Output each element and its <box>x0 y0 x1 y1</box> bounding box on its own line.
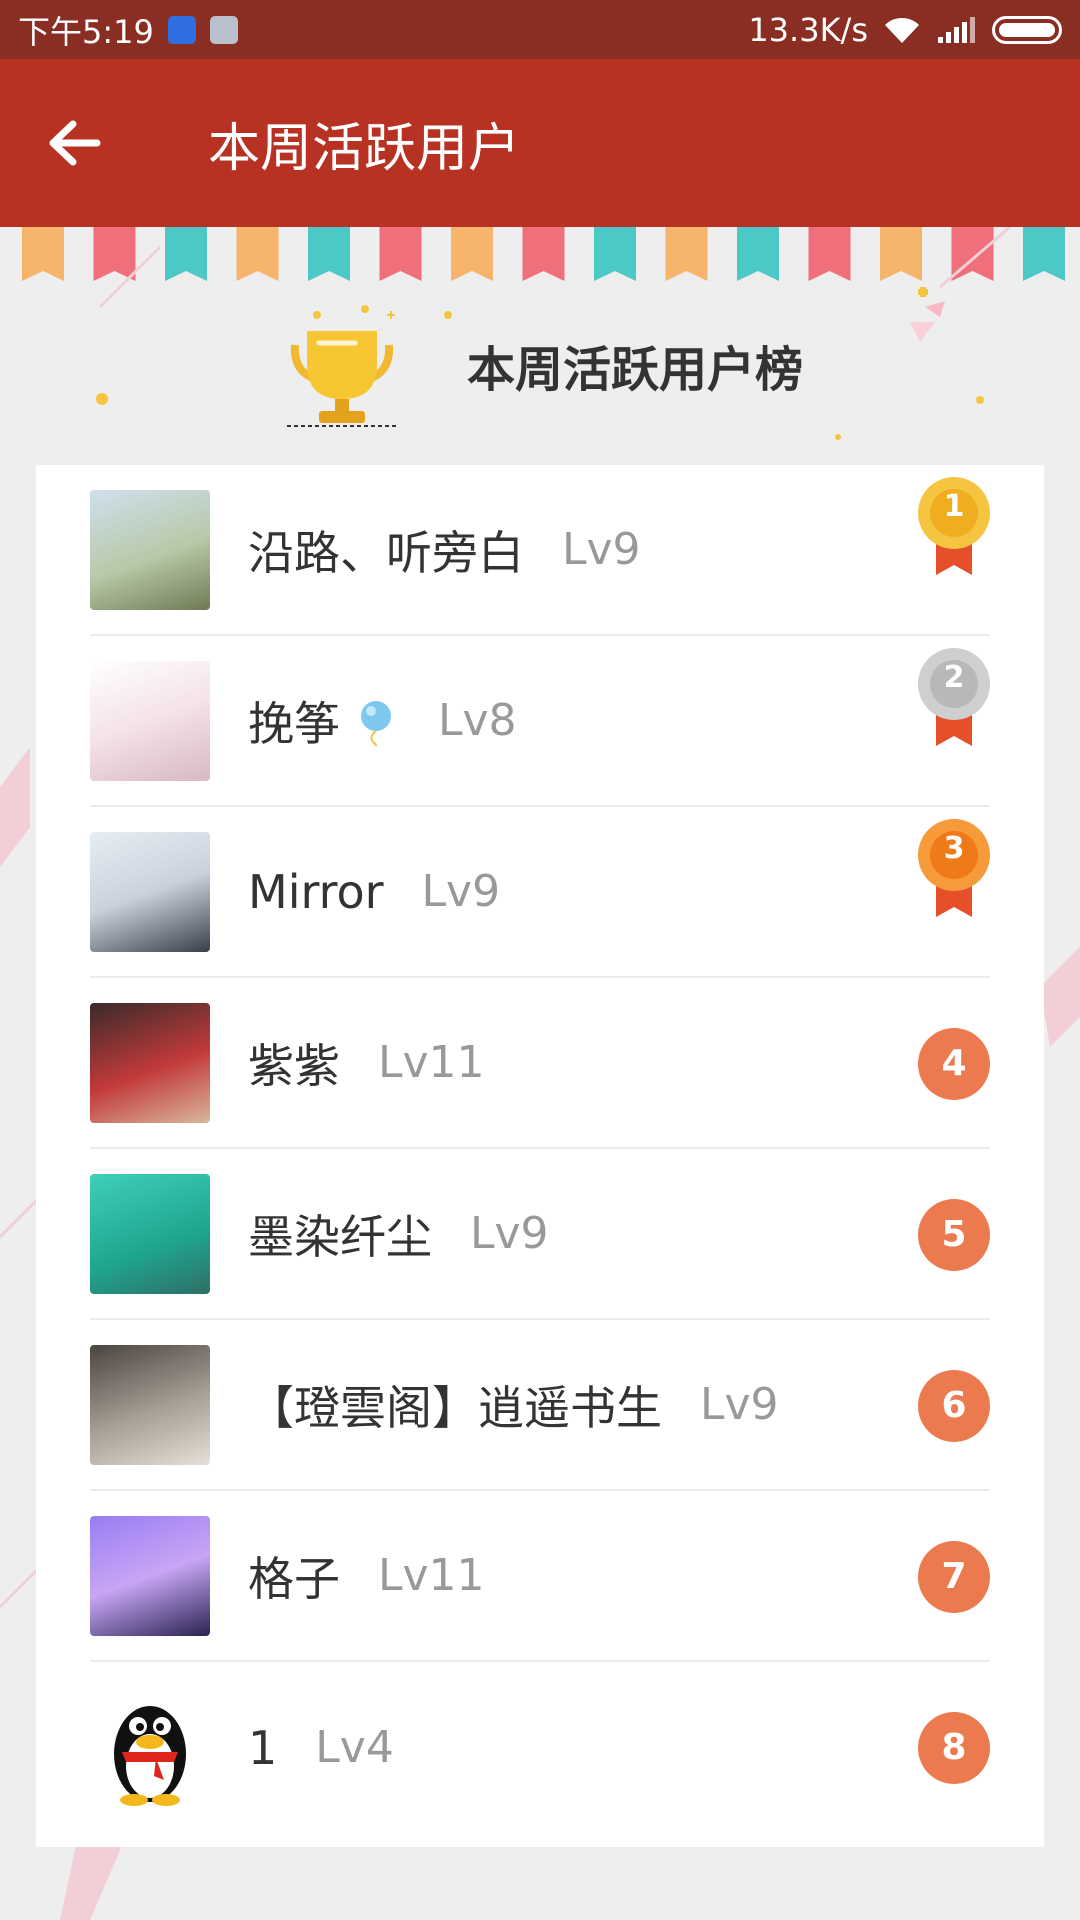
leaderboard-row[interactable]: 格子 Lv11 7 <box>90 1491 990 1662</box>
rank-number: 2 <box>943 660 965 695</box>
signal-icon <box>938 16 975 43</box>
rank-badge-container: 7 <box>918 1491 990 1662</box>
status-bar: 下午5:19 13.3K/s <box>0 0 1080 59</box>
bunting-flag <box>1023 227 1065 281</box>
notification-app-icon <box>167 15 196 44</box>
leaderboard-row[interactable]: 墨染纤尘 Lv9 5 <box>90 1149 990 1320</box>
user-level: Lv8 <box>438 695 517 746</box>
leaderboard-row[interactable]: 挽筝 Lv8 2 <box>90 636 990 807</box>
bunting-flag <box>236 227 279 281</box>
bunting-flag <box>451 227 493 281</box>
trophy-icon <box>286 305 397 427</box>
leaderboard-row[interactable]: 1 Lv4 8 <box>90 1662 990 1833</box>
user-level: Lv4 <box>315 1722 394 1773</box>
leaderboard-list: 沿路、听旁白 Lv9 1 挽筝 Lv8 2 Mirror Lv9 3 紫紫 Lv11 4 墨染纤尘 Lv9… <box>36 465 1044 1847</box>
rank-badge-container: 2 <box>918 636 990 807</box>
bunting-flag <box>594 227 636 281</box>
user-avatar[interactable] <box>90 1515 210 1636</box>
bunting-flag <box>308 227 350 281</box>
user-level: Lv9 <box>562 524 641 575</box>
bunting-flag <box>522 227 565 281</box>
rank-badge-container: 6 <box>918 1320 990 1491</box>
status-right: 13.3K/s <box>748 11 1062 49</box>
page-title: 本周活跃用户 <box>208 118 521 179</box>
user-avatar[interactable] <box>90 1002 210 1123</box>
user-name: 1 <box>248 1720 278 1775</box>
user-avatar[interactable] <box>90 1344 210 1465</box>
notification-message-icon <box>209 15 238 44</box>
bunting-flag <box>165 227 207 281</box>
user-avatar[interactable] <box>90 660 210 781</box>
bunting-flag <box>808 227 851 281</box>
bunting-flags-decoration <box>22 227 1065 281</box>
leaderboard-title: 本周活跃用户榜 <box>466 342 803 398</box>
balloon-icon <box>361 700 391 746</box>
wifi-icon <box>885 17 919 43</box>
rank-number: 7 <box>918 1540 990 1613</box>
rank-badge-container: 5 <box>918 1149 990 1320</box>
leaderboard-row[interactable]: Mirror Lv9 3 <box>90 807 990 978</box>
leaderboard-row[interactable]: 沿路、听旁白 Lv9 1 <box>90 465 990 636</box>
bunting-flag <box>379 227 422 281</box>
app-screen: 下午5:19 13.3K/s 本周活跃用户 本周活跃用户榜 沿路、听旁白 Lv9… <box>0 0 1080 1920</box>
rank-badge-container: 8 <box>918 1662 990 1833</box>
user-name: 紫紫 <box>248 1038 340 1093</box>
rank-number: 8 <box>918 1711 990 1784</box>
user-name: 【璒雲阁】逍遥书生 <box>248 1380 662 1435</box>
user-name: 墨染纤尘 <box>248 1209 432 1264</box>
user-level: Lv11 <box>378 1037 485 1088</box>
rank-number: 3 <box>943 831 965 866</box>
user-name: Mirror <box>248 864 384 919</box>
bunting-flag <box>22 227 64 281</box>
battery-icon <box>992 15 1062 44</box>
user-avatar[interactable] <box>90 1173 210 1294</box>
arrow-left-icon <box>49 120 101 166</box>
rank-number: 6 <box>918 1369 990 1442</box>
user-avatar[interactable] <box>90 489 210 610</box>
user-name: 挽筝 <box>248 696 340 751</box>
bunting-flag <box>665 227 708 281</box>
user-name: 沿路、听旁白 <box>248 525 524 580</box>
user-level: Lv9 <box>470 1208 549 1259</box>
rank-number: 1 <box>943 489 965 524</box>
app-bar: 本周活跃用户 <box>0 59 1080 227</box>
user-avatar[interactable] <box>90 831 210 952</box>
rank-number: 4 <box>918 1027 990 1100</box>
rank-number: 5 <box>918 1198 990 1271</box>
bunting-flag <box>737 227 779 281</box>
rank-badge-container: 1 <box>918 465 990 636</box>
leaderboard-row[interactable]: 【璒雲阁】逍遥书生 Lv9 6 <box>90 1320 990 1491</box>
user-level: Lv9 <box>421 866 501 917</box>
status-time: 下午5:19 <box>18 12 154 51</box>
user-level: Lv9 <box>700 1379 779 1430</box>
user-avatar[interactable] <box>90 1688 210 1808</box>
user-name: 格子 <box>248 1551 340 1606</box>
bunting-flag <box>93 227 136 281</box>
rank-badge-container: 4 <box>918 978 990 1149</box>
bunting-flag <box>951 227 994 281</box>
bunting-flag <box>880 227 922 281</box>
back-button[interactable] <box>0 59 150 227</box>
rank-header: 本周活跃用户榜 <box>0 290 1080 440</box>
user-level: Lv11 <box>378 1550 485 1601</box>
rank-badge-container: 3 <box>918 807 990 978</box>
status-left: 下午5:19 <box>18 7 238 53</box>
qq-penguin-icon <box>114 1705 186 1806</box>
network-speed: 13.3K/s <box>748 10 868 49</box>
leaderboard-row[interactable]: 紫紫 Lv11 4 <box>90 978 990 1149</box>
